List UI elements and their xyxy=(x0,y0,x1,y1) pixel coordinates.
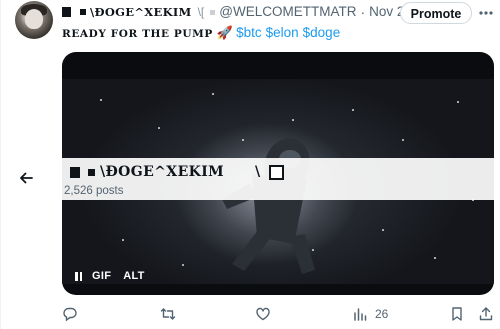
hashtag-btc[interactable]: $btc xyxy=(236,25,262,40)
separator: · xyxy=(360,4,366,20)
overlay-box-glyph xyxy=(269,165,284,180)
reply-button[interactable] xyxy=(62,305,78,323)
overlay-profile-name: \ÐOGE^XEKIM xyxy=(100,164,225,180)
bookmark-icon xyxy=(452,307,462,321)
retweet-button[interactable] xyxy=(160,305,176,323)
gif-controls: GIF ALT xyxy=(75,268,145,284)
reply-icon xyxy=(63,307,77,322)
gif-badge: GIF xyxy=(92,270,112,282)
promote-button[interactable]: Promote xyxy=(400,2,472,24)
tweet-text-body: READY FOR THE PUMP xyxy=(62,28,213,40)
tweet-actions: 26 xyxy=(62,305,494,325)
avatar-face xyxy=(25,9,43,29)
share-button[interactable] xyxy=(478,305,494,323)
overlay-profile-suffix: \ xyxy=(255,164,261,180)
divider xyxy=(0,0,1,329)
pause-icon[interactable] xyxy=(75,271,82,281)
overlay-glyph xyxy=(88,169,95,176)
gif-media[interactable]: \ÐOGE^XEKIM \ 2,526 posts GIF ALT xyxy=(62,52,494,295)
user-handle[interactable]: @WELCOMETTMATR xyxy=(219,3,356,21)
views-button[interactable]: 26 xyxy=(352,305,388,323)
avatar[interactable] xyxy=(15,1,53,39)
profile-overlay: \ÐOGE^XEKIM \ 2,526 posts xyxy=(62,158,494,200)
alt-badge[interactable]: ALT xyxy=(123,270,144,282)
tweet-header: \ÐOGE^XEKIM \[ @WELCOMETTMATR · Nov 24 xyxy=(62,3,412,21)
back-arrow-icon[interactable] xyxy=(18,170,34,186)
hashtag-doge[interactable]: $doge xyxy=(303,25,341,40)
tweet-text: READY FOR THE PUMP 🚀 $btc $elon $doge xyxy=(62,24,344,43)
share-icon xyxy=(479,307,493,321)
name-suffix: \[ xyxy=(197,5,205,19)
handle-glyph xyxy=(210,9,216,15)
name-glyph xyxy=(62,7,71,17)
more-icon[interactable] xyxy=(476,6,496,20)
hashtag-elon[interactable]: $elon xyxy=(266,25,299,40)
views-count: 26 xyxy=(375,307,389,321)
posts-count: 2,526 posts xyxy=(64,185,124,197)
name-glyph xyxy=(80,9,86,15)
views-icon xyxy=(354,308,367,321)
like-button[interactable] xyxy=(255,305,271,323)
overlay-glyph xyxy=(70,167,80,178)
display-name[interactable]: \ÐOGE^XEKIM xyxy=(90,3,192,21)
retweet-icon xyxy=(160,308,176,320)
like-icon xyxy=(256,307,270,321)
bookmark-button[interactable] xyxy=(449,305,465,323)
rocket-emoji: 🚀 xyxy=(216,25,234,40)
